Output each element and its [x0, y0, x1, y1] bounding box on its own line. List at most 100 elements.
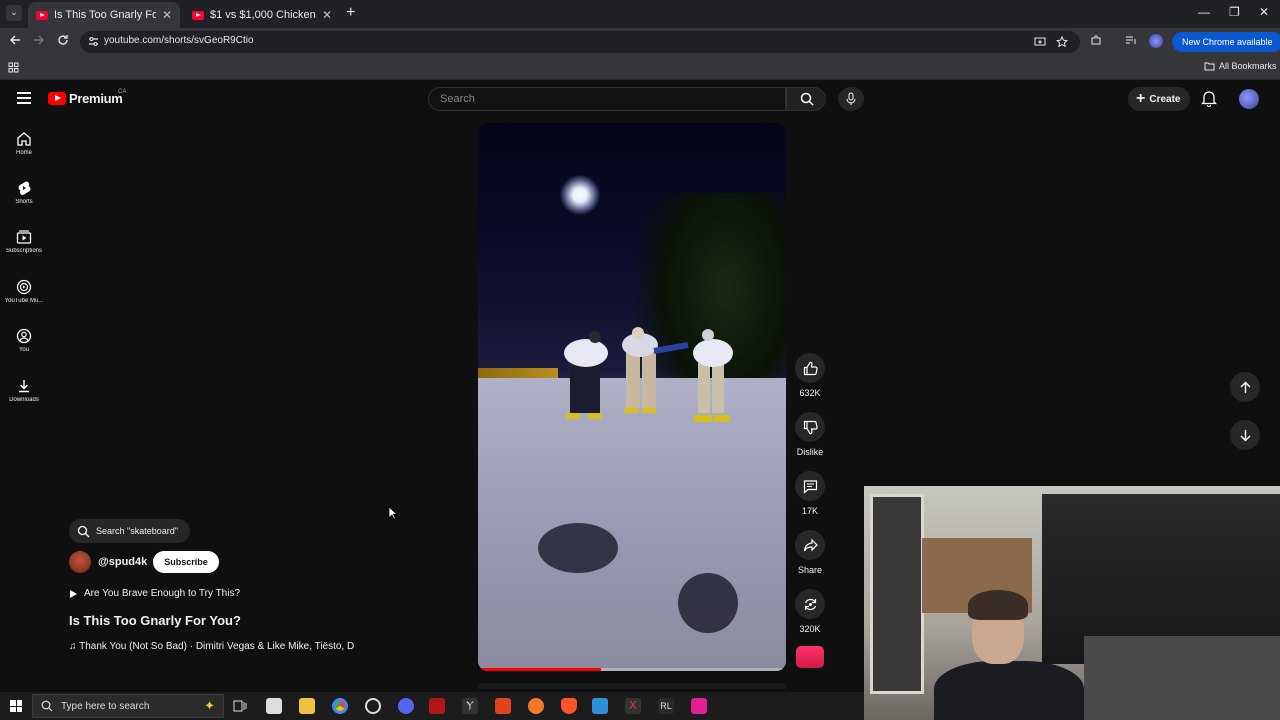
channel-name[interactable]: @spud4k [98, 556, 147, 568]
comments-button[interactable] [795, 471, 825, 501]
discord-app-icon[interactable] [398, 698, 414, 714]
channel-avatar[interactable] [69, 551, 91, 573]
comment-icon [803, 479, 817, 494]
music-link[interactable]: ♫ Thank You (Not So Bad) · Dimitri Vegas… [69, 641, 369, 652]
back-button[interactable] [9, 33, 21, 49]
all-bookmarks-button[interactable]: All Bookmarks [1204, 61, 1277, 71]
all-bookmarks-label: All Bookmarks [1219, 61, 1277, 71]
copilot-sparkle-icon: ✦ [204, 698, 215, 713]
tab-title: $1 vs $1,000 Chicken Sandwich [210, 9, 316, 21]
youtube-logo-icon [48, 92, 66, 105]
remix-action[interactable]: 320K [792, 589, 828, 634]
app-icon[interactable]: Ⲩ [462, 698, 478, 714]
sidebar-item-youtube-music[interactable]: YouTube Mu... [0, 279, 48, 304]
sidebar-label: You [18, 347, 30, 353]
chrome-app-icon[interactable] [332, 698, 348, 714]
short-video-player[interactable] [478, 123, 786, 671]
search-input[interactable]: Search [428, 87, 786, 111]
app-icon[interactable]: Ⅹ [625, 698, 641, 714]
close-window-button[interactable]: ✕ [1259, 5, 1269, 19]
back-arrow-icon [10, 35, 20, 45]
video-skaters [564, 327, 733, 422]
create-button[interactable]: + Create [1128, 87, 1190, 111]
sidebar-item-home[interactable]: Home [0, 131, 48, 156]
bookmark-star-icon[interactable] [1056, 36, 1068, 48]
thumbs-up-icon [803, 361, 818, 375]
sidebar-item-downloads[interactable]: Downloads [0, 378, 48, 403]
video-progress-bar[interactable] [478, 668, 786, 671]
next-short-button[interactable] [1230, 420, 1260, 450]
downloads-icon [19, 380, 29, 393]
browser-tab-active[interactable]: Is This Too Gnarly For You? - YouTube ✕ [28, 2, 180, 28]
voice-search-button[interactable] [838, 87, 864, 111]
video-progress-fill [478, 668, 602, 671]
previous-short-button[interactable] [1230, 372, 1260, 402]
capcut-app-icon[interactable] [266, 698, 282, 714]
windows-taskbar: Type here to search ✦ Ⲩ Ⅹ RL [0, 692, 864, 720]
share-label: Share [797, 565, 823, 575]
install-app-icon[interactable] [1034, 36, 1046, 48]
sidebar-label: Home [15, 150, 32, 156]
blender-app-icon[interactable] [528, 698, 544, 714]
like-action[interactable]: 632K [792, 353, 828, 398]
logo-country-code: CA [118, 89, 127, 95]
restore-button[interactable]: ❐ [1229, 5, 1240, 19]
notifications-bell-icon[interactable] [1201, 90, 1217, 107]
sidebar-item-subscriptions[interactable]: Subscriptions [0, 229, 48, 254]
like-button[interactable] [795, 353, 825, 383]
tab-close-icon[interactable]: ✕ [322, 8, 332, 22]
webcam-bed [1084, 636, 1280, 720]
bookmarks-bar: All Bookmarks [0, 56, 1280, 80]
folder-icon [1204, 62, 1215, 71]
youtube-premium-logo[interactable]: Premium [48, 91, 123, 106]
sound-thumbnail[interactable] [796, 646, 824, 668]
brave-app-icon[interactable] [561, 698, 577, 714]
windows-start-icon[interactable] [10, 700, 22, 712]
next-short-preview [478, 683, 786, 689]
browser-tab[interactable]: $1 vs $1,000 Chicken Sandwich ✕ [184, 2, 340, 28]
address-bar[interactable]: youtube.com/shorts/svGeoR9Ctio [80, 31, 1080, 53]
forward-button[interactable] [33, 33, 45, 49]
apps-grid-icon[interactable] [8, 62, 19, 73]
share-button[interactable] [795, 530, 825, 560]
account-avatar[interactable] [1239, 89, 1259, 109]
home-icon [17, 132, 31, 146]
taskbar-search-input[interactable]: Type here to search ✦ [32, 694, 224, 718]
sidebar-label: Subscriptions [5, 248, 43, 254]
tab-search-button[interactable]: ⌄ [6, 5, 22, 21]
app-icon[interactable] [691, 698, 707, 714]
extensions-icon[interactable] [1090, 34, 1102, 46]
share-action[interactable]: Share [792, 530, 828, 575]
voicemeeter-app-icon[interactable] [429, 698, 445, 714]
new-tab-button[interactable]: + [346, 4, 355, 22]
file-explorer-icon[interactable] [299, 698, 315, 714]
new-chrome-available-button[interactable]: New Chrome available [1172, 32, 1280, 52]
media-controls-icon[interactable] [1125, 34, 1137, 46]
profile-avatar[interactable] [1149, 34, 1163, 48]
obs-app-icon[interactable] [365, 698, 381, 714]
related-search-chip[interactable]: Search "skateboard" [69, 519, 190, 543]
remix-button[interactable] [795, 589, 825, 619]
youtube-favicon-icon [36, 10, 48, 20]
task-view-icon[interactable] [232, 698, 248, 714]
sidebar-item-you[interactable]: You [0, 328, 48, 353]
playlist-link[interactable]: Are You Brave Enough to Try This? [70, 588, 240, 599]
like-count: 632K [799, 388, 821, 398]
subscribe-button[interactable]: Subscribe [153, 551, 219, 573]
sidebar-item-shorts[interactable]: Shorts [0, 180, 48, 205]
site-info-icon[interactable] [88, 36, 99, 47]
minimize-button[interactable]: — [1198, 5, 1210, 19]
vscode-app-icon[interactable] [592, 698, 608, 714]
dislike-label: Dislike [796, 447, 824, 457]
search-button[interactable] [786, 87, 826, 111]
comments-action[interactable]: 17K [792, 471, 828, 516]
tab-close-icon[interactable]: ✕ [162, 8, 172, 22]
webcam-person-hair [968, 590, 1028, 620]
youtube-favicon-icon [192, 10, 204, 20]
reload-button[interactable] [57, 33, 69, 49]
app-icon[interactable]: RL [658, 698, 674, 714]
dislike-action[interactable]: Dislike [792, 412, 828, 457]
menu-icon[interactable] [17, 92, 31, 107]
dislike-button[interactable] [795, 412, 825, 442]
app-icon[interactable] [495, 698, 511, 714]
